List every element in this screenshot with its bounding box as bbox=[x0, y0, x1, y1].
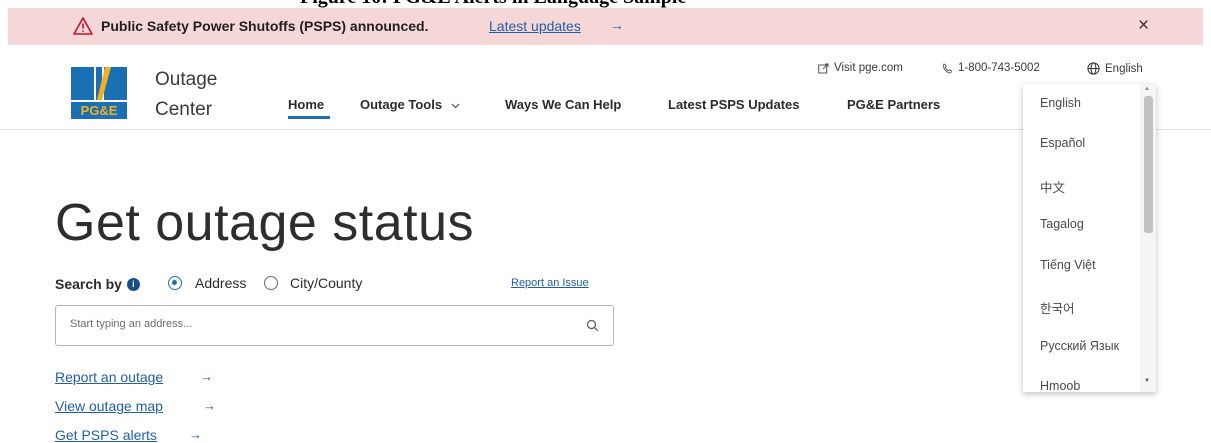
search-by-label: Search by i bbox=[55, 276, 140, 292]
address-search-input[interactable] bbox=[70, 318, 550, 330]
psps-alert-banner: Public Safety Power Shutoffs (PSPS) anno… bbox=[8, 8, 1203, 45]
outage-center-title-line2: Center bbox=[155, 99, 213, 120]
language-selector[interactable]: English bbox=[1087, 62, 1143, 75]
phone-link[interactable]: 1-800-743-5002 bbox=[942, 62, 1040, 74]
nav-outage-tools-label: Outage Tools bbox=[360, 97, 443, 112]
nav-ways-we-can-help[interactable]: Ways We Can Help bbox=[505, 97, 621, 112]
outage-center-title: Outage bbox=[155, 69, 218, 90]
get-psps-alerts-link[interactable]: Get PSPS alerts bbox=[55, 427, 157, 443]
language-option-korean[interactable]: 한국어 bbox=[1040, 298, 1075, 317]
warning-triangle-icon bbox=[73, 17, 93, 35]
nav-latest-psps-updates[interactable]: Latest PSPS Updates bbox=[668, 97, 800, 112]
search-by-text: Search by bbox=[55, 276, 122, 292]
info-icon[interactable]: i bbox=[126, 277, 140, 291]
report-issue-link[interactable]: Report an Issue bbox=[511, 277, 589, 289]
report-outage-link[interactable]: Report an outage bbox=[55, 369, 163, 385]
radio-city-county-label[interactable]: City/County bbox=[290, 275, 362, 291]
arrow-right-icon: → bbox=[189, 427, 202, 442]
radio-address[interactable] bbox=[168, 276, 182, 290]
view-outage-map-link[interactable]: View outage map bbox=[55, 398, 163, 414]
language-option-russian[interactable]: Русский Язык bbox=[1040, 339, 1119, 353]
arrow-right-icon: → bbox=[610, 17, 624, 33]
external-link-icon bbox=[818, 63, 829, 73]
language-option-hmong[interactable]: Hmoob bbox=[1040, 379, 1080, 392]
figure-caption-text: Figure 10: PG&E Alerts in Language Sampl… bbox=[300, 0, 686, 8]
scroll-up-icon[interactable]: ▲ bbox=[1144, 86, 1150, 92]
phone-icon bbox=[942, 62, 953, 73]
radio-address-label[interactable]: Address bbox=[195, 275, 246, 291]
latest-updates-link[interactable]: Latest updates bbox=[489, 18, 581, 34]
logo-text: PG&E bbox=[81, 103, 118, 118]
alert-message: Public Safety Power Shutoffs (PSPS) anno… bbox=[101, 18, 429, 34]
language-option-tagalog[interactable]: Tagalog bbox=[1040, 217, 1084, 231]
close-alert-button[interactable]: × bbox=[1138, 15, 1149, 37]
nav-pge-partners[interactable]: PG&E Partners bbox=[847, 97, 940, 112]
language-option-vietnamese[interactable]: Tiếng Việt bbox=[1040, 258, 1096, 272]
language-option-spanish[interactable]: Español bbox=[1040, 136, 1085, 150]
page-title: Get outage status bbox=[55, 194, 474, 252]
language-option-english[interactable]: English bbox=[1040, 96, 1081, 110]
address-search-box[interactable] bbox=[55, 305, 614, 346]
chevron-down-icon bbox=[451, 103, 460, 108]
arrow-right-icon: → bbox=[203, 398, 216, 413]
language-option-chinese[interactable]: 中文 bbox=[1040, 177, 1065, 196]
globe-icon bbox=[1087, 62, 1100, 75]
language-current: English bbox=[1105, 62, 1143, 75]
visit-pge-label: Visit pge.com bbox=[834, 62, 903, 74]
visit-pge-link[interactable]: Visit pge.com bbox=[818, 62, 903, 74]
nav-active-indicator bbox=[288, 116, 330, 119]
pge-logo[interactable]: PG&E bbox=[71, 67, 127, 119]
search-icon[interactable] bbox=[586, 319, 599, 332]
nav-outage-tools[interactable]: Outage Tools bbox=[360, 97, 460, 112]
arrow-right-icon: → bbox=[200, 369, 213, 384]
radio-city-county[interactable] bbox=[264, 276, 278, 290]
dropdown-scrollbar-thumb[interactable] bbox=[1144, 96, 1153, 233]
figure-caption: Figure 10: PG&E Alerts in Language Sampl… bbox=[0, 0, 1211, 8]
scroll-down-icon[interactable]: ▼ bbox=[1144, 378, 1150, 384]
language-dropdown[interactable]: English Español 中文 Tagalog Tiếng Việt 한국… bbox=[1023, 84, 1156, 392]
phone-number: 1-800-743-5002 bbox=[958, 62, 1040, 74]
nav-home[interactable]: Home bbox=[288, 97, 324, 112]
